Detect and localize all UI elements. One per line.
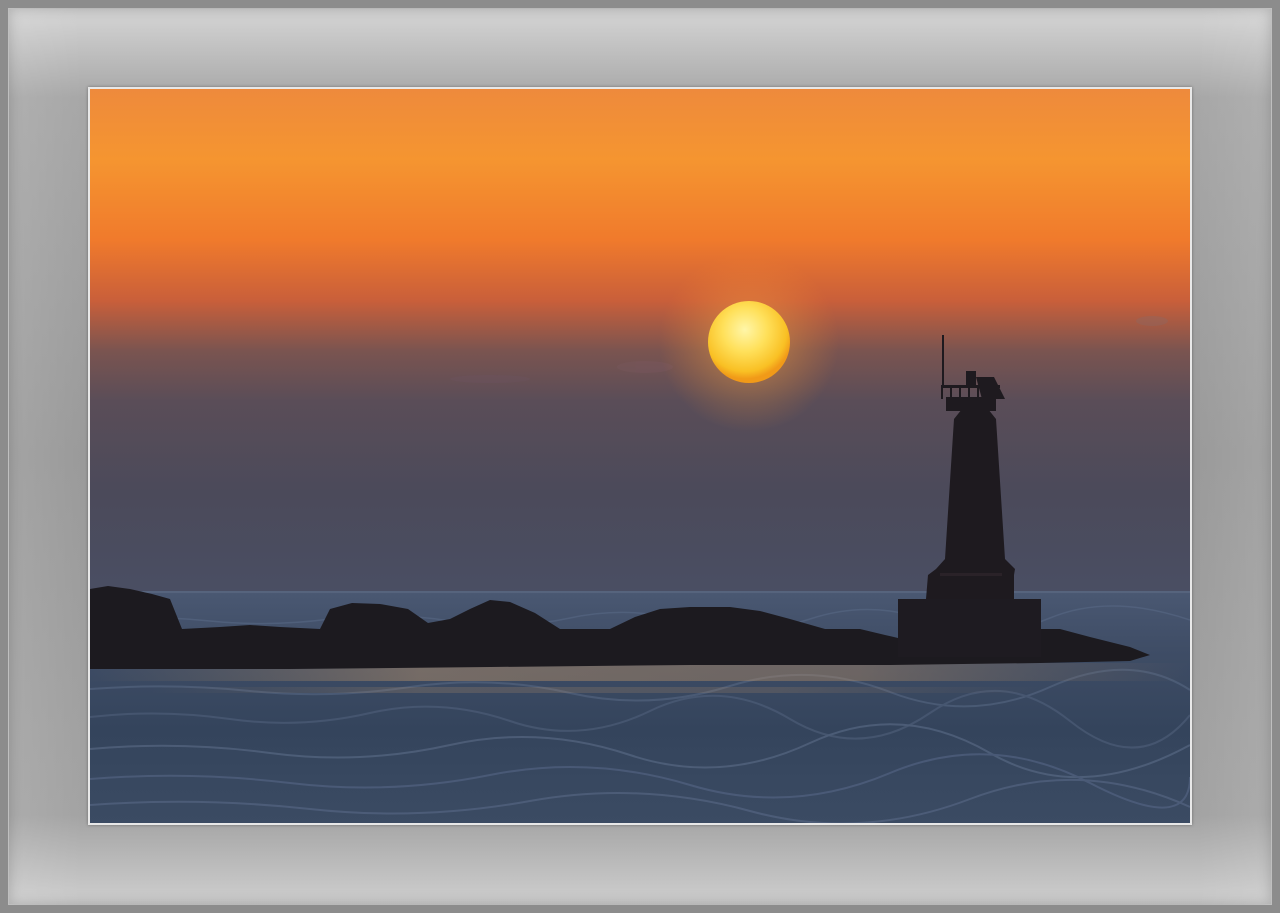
sunrise-photo	[90, 89, 1190, 823]
sun	[708, 301, 790, 383]
photo-mat	[88, 87, 1192, 825]
picture-frame	[0, 0, 1280, 913]
lighthouse-base	[898, 599, 1041, 657]
sky	[90, 89, 1190, 593]
